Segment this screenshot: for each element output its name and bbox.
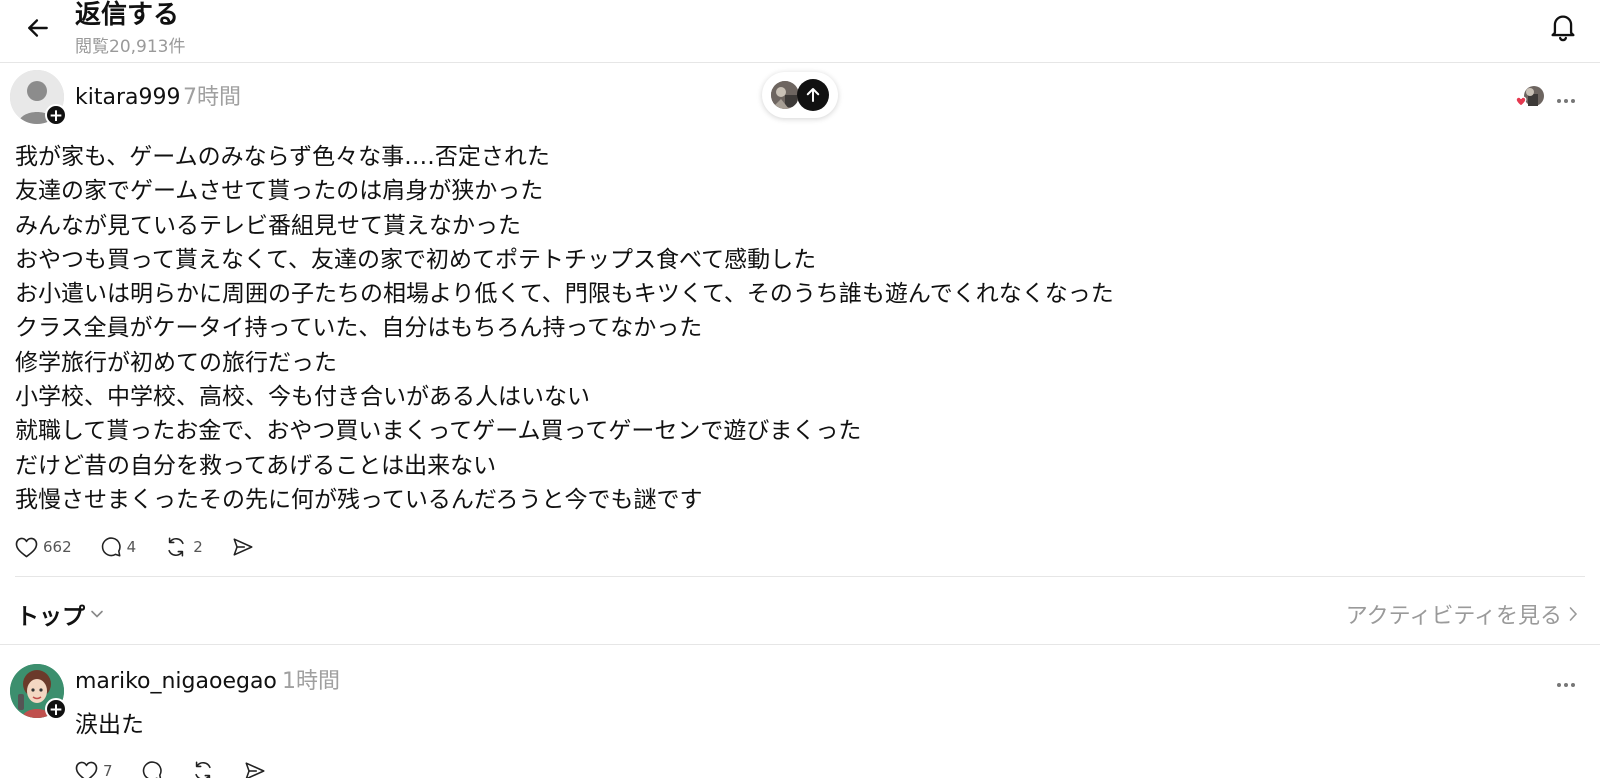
sort-label: トップ — [16, 604, 85, 630]
reply-more-button[interactable] — [1556, 672, 1576, 692]
repost-count: 2 — [193, 538, 203, 556]
back-button[interactable] — [22, 12, 54, 44]
repost-icon — [168, 537, 184, 557]
comment-icon — [101, 537, 121, 557]
follow-plus-button[interactable]: + — [45, 104, 67, 126]
arrow-up-button — [797, 79, 829, 111]
reply-like-count: 7 — [103, 762, 113, 778]
pill-avatar — [771, 81, 799, 109]
reply-text: 涙出た — [75, 712, 144, 738]
back-arrow-icon — [28, 19, 48, 37]
sort-dropdown[interactable]: トップ — [16, 597, 104, 631]
reply-comment-button[interactable] — [141, 760, 163, 778]
reply-like-button[interactable]: 7 — [75, 761, 113, 778]
post-author-username[interactable]: kitara999 — [75, 84, 180, 112]
reply-author-username[interactable]: mariko_nigaoegao — [75, 668, 277, 696]
post-text-line: だけど昔の自分を救ってあげることは出来ない — [15, 452, 497, 479]
comment-icon — [142, 761, 162, 778]
post-body: 我が家も、ゲームのみならず色々な事‥‥否定された 友達の家でゲームさせて貰ったの… — [15, 140, 1555, 517]
heart-icon — [75, 761, 98, 778]
divider — [0, 644, 1600, 645]
more-icon — [1557, 683, 1575, 687]
reply-repost-button[interactable] — [191, 760, 215, 778]
notifications-button[interactable] — [1546, 10, 1580, 44]
arrow-up-icon — [806, 88, 820, 102]
post-text-line: クラス全員がケータイ持っていた、自分はもちろん持ってなかった — [15, 315, 703, 342]
top-bar: 返信する 閲覧20,913件 — [0, 0, 1600, 63]
share-button[interactable] — [231, 536, 255, 558]
share-icon — [245, 762, 265, 778]
post-text-line: みんなが見ているテレビ番組見せて貰えなかった — [15, 212, 521, 239]
post-timestamp: 7時間 — [183, 85, 241, 110]
post-text-line: お小遣いは明らかに周囲の子たちの相場より低くて、門限もキツくて、そのうち誰も遊ん… — [15, 281, 1114, 308]
heart-icon — [15, 537, 38, 557]
post-text-line: 修学旅行が初めての旅行だった — [15, 349, 337, 376]
post-text-line: 就職して貰ったお金で、おやつ買いまくってゲーム買ってゲーセンで遊びまくった — [15, 418, 862, 445]
repost-icon — [194, 761, 211, 778]
post-text-line: 友達の家でゲームさせて貰ったのは肩身が狭かった — [15, 178, 544, 205]
post-text-line: 小学校、中学校、高校、今も付き合いがある人はいない — [15, 384, 590, 411]
reply-actions: 7 — [75, 760, 295, 778]
post-text-line: おやつも買って貰えなくて、友達の家で初めてポテトチップス食べて感動した — [15, 246, 817, 273]
liker-avatars[interactable] — [1514, 84, 1546, 112]
post-text-line: 我が家も、ゲームのみならず色々な事‥‥否定された — [15, 144, 550, 170]
thread-page: 返信する 閲覧20,913件 + kitara999 7時間 我が家も、ゲームの… — [0, 0, 1600, 778]
divider — [15, 576, 1585, 577]
view-count: 閲覧20,913件 — [75, 37, 186, 57]
follow-plus-button[interactable]: + — [45, 698, 67, 720]
post-actions: 662 4 2 — [15, 536, 283, 558]
activity-label: アクティビティを見る — [1345, 604, 1562, 629]
comment-count: 4 — [126, 538, 137, 556]
scroll-to-top-pill[interactable] — [762, 72, 838, 118]
like-count: 662 — [43, 538, 72, 556]
chevron-right-icon — [1569, 607, 1578, 621]
post-more-button[interactable] — [1556, 88, 1576, 108]
share-icon — [233, 538, 253, 556]
repost-button[interactable]: 2 — [164, 536, 203, 558]
reply-timestamp: 1時間 — [282, 669, 340, 694]
chevron-down-icon — [91, 610, 103, 618]
page-title: 返信する — [75, 0, 180, 30]
bell-icon — [1551, 15, 1575, 42]
like-button[interactable]: 662 — [15, 537, 72, 558]
view-activity-link[interactable]: アクティビティを見る — [1346, 598, 1578, 630]
reply-share-button[interactable] — [243, 760, 267, 778]
post-text-line: 我慢させまくったその先に何が残っているんだろうと今でも謎です — [15, 486, 703, 513]
comment-button[interactable]: 4 — [100, 536, 137, 558]
more-icon — [1557, 99, 1575, 103]
